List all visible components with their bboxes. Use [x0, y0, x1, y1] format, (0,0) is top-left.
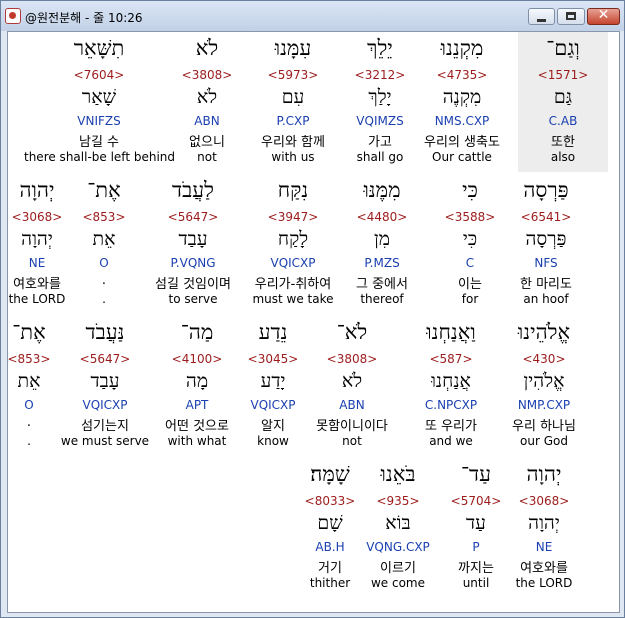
parsing-code: O: [24, 398, 34, 412]
english-gloss: thither: [309, 576, 351, 590]
hebrew-word: שָׁמָּה׃: [310, 462, 350, 486]
korean-gloss: 거기: [318, 561, 342, 576]
parsing-code: AB.H: [315, 540, 345, 554]
maximize-button[interactable]: [557, 8, 585, 25]
hebrew-word: אֶת־: [12, 320, 46, 344]
window-title: @원전분해 - 줄 10:26: [25, 11, 143, 25]
parsing-code: VNIFZS: [77, 114, 121, 128]
title-bar[interactable]: @원전분해 - 줄 10:26 ✕: [1, 1, 624, 31]
app-window: @원전분해 - 줄 10:26 ✕ וְגַם־ <1571> גַּם C.AB 또한…: [0, 0, 625, 618]
strong-number: <853>: [7, 352, 51, 366]
word-cell[interactable]: לֹא <3808> לֹא ABN 없으니 not: [162, 32, 252, 170]
korean-gloss: .: [26, 415, 32, 430]
strong-number: <8033>: [304, 494, 356, 508]
strong-number: <3068>: [11, 210, 63, 224]
word-cell[interactable]: שָׁמָּה׃ <8033> שָׁם AB.H 거기 thither: [285, 458, 375, 596]
close-icon: ✕: [597, 7, 610, 23]
minimize-button[interactable]: [528, 8, 555, 25]
minimize-icon: [537, 19, 546, 22]
word-cell[interactable]: אֶת־ <853> אֵת O..: [8, 316, 74, 454]
english-gloss: the LORD: [8, 292, 66, 306]
parsing-code: NE: [28, 256, 46, 270]
english-gloss: .: [27, 434, 31, 448]
korean-gloss: 여호와를: [13, 277, 61, 292]
maximize-icon: [566, 12, 576, 20]
hebrew-lemma: שָׁם: [317, 512, 343, 534]
hebrew-word: יְהוָה: [19, 178, 55, 202]
interlinear-text-area[interactable]: וְגַם־ <1571> גַּם C.AB 또한 also מִקְנֵנוּ <4735…: [7, 31, 620, 613]
app-icon[interactable]: [5, 8, 21, 24]
strong-number: <7604>: [73, 68, 125, 82]
english-gloss: there shall-be left behind: [24, 150, 175, 164]
hebrew-lemma: יְהוָה: [21, 228, 53, 250]
hebrew-lemma: אֵת: [17, 370, 41, 392]
word-cell[interactable]: יְהוָה <3068> יְהוָה NE 여호와를 the LORD: [8, 174, 82, 312]
word-cell[interactable]: תִשָּׁאֵר <7604> שָׁאַר VNIFZS 남길 수 there sha…: [24, 32, 175, 170]
hebrew-lemma: שָׁאַר: [81, 86, 117, 108]
korean-gloss: 남길 수: [78, 135, 119, 150]
hebrew-word: תִשָּׁאֵר: [73, 36, 125, 60]
close-button[interactable]: ✕: [587, 7, 620, 25]
